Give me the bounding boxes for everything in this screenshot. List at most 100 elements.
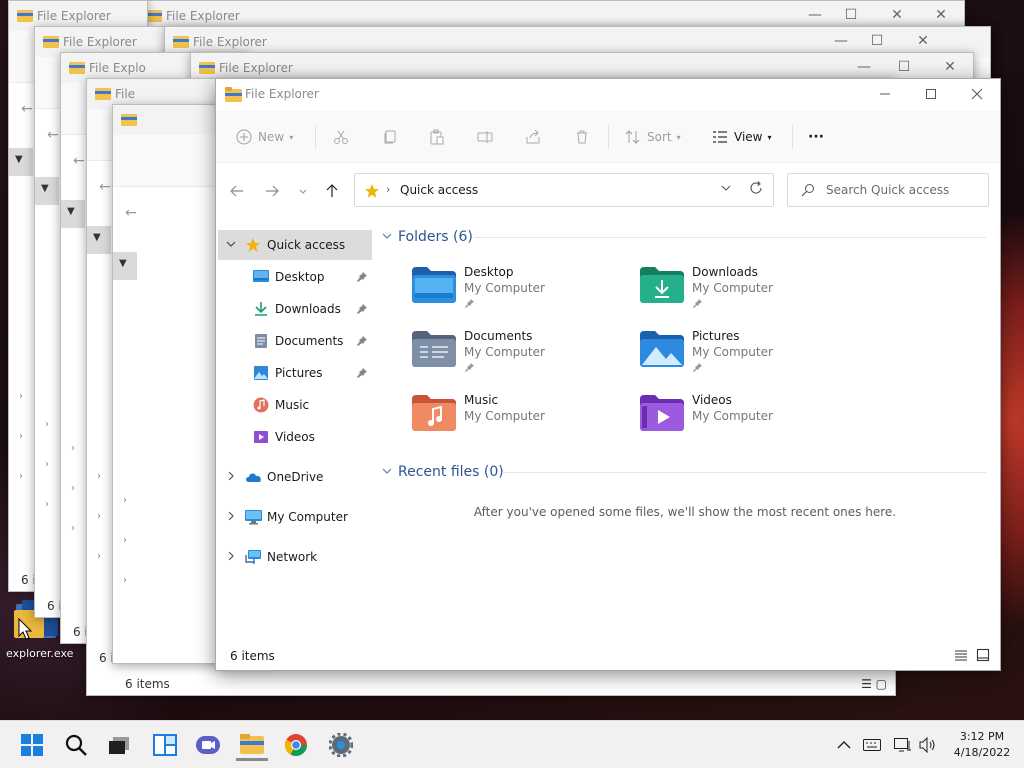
maximize-button[interactable]: ☐ (868, 33, 886, 49)
cut-button[interactable] (333, 123, 349, 151)
pin-icon[interactable] (356, 335, 368, 347)
chevron-right-icon[interactable]: › (71, 523, 75, 534)
chevron-down-icon[interactable] (226, 239, 236, 252)
chevron-right-icon[interactable]: › (19, 471, 23, 482)
view-button[interactable]: View ▾ (712, 123, 772, 151)
widgets-button[interactable] (149, 729, 181, 761)
chevron-right-icon[interactable] (226, 511, 236, 524)
address-bar[interactable]: › Quick access (354, 173, 774, 207)
tiles-view-button[interactable] (976, 648, 994, 666)
minimize-button[interactable] (862, 79, 908, 109)
search-box[interactable] (787, 173, 989, 207)
rename-button[interactable] (477, 123, 493, 151)
volume-tray-button[interactable] (918, 735, 938, 755)
back-arrow-icon[interactable]: ← (47, 127, 59, 143)
delete-button[interactable] (574, 123, 590, 151)
nav-item-desktop[interactable]: Desktop (218, 262, 372, 292)
nav-item-downloads[interactable]: Downloads (218, 294, 372, 324)
chevron-right-icon[interactable]: › (97, 471, 101, 482)
search-input[interactable] (826, 181, 982, 199)
folder-tile-pictures[interactable]: Pictures My Computer (640, 327, 860, 385)
close-button[interactable]: ✕ (932, 7, 950, 23)
maximize-button[interactable] (908, 79, 954, 109)
taskbar-file-explorer[interactable] (236, 729, 268, 761)
keyboard-tray-button[interactable] (862, 735, 882, 755)
nav-item-pictures[interactable]: Pictures (218, 358, 372, 388)
up-button[interactable] (321, 180, 343, 202)
chevron-right-icon[interactable]: › (123, 495, 127, 506)
chevron-right-icon[interactable]: › (97, 511, 101, 522)
share-button[interactable] (525, 123, 541, 151)
pin-icon[interactable] (356, 271, 368, 283)
chevron-right-icon[interactable]: › (97, 551, 101, 562)
minimize-button[interactable]: — (855, 59, 873, 75)
nav-selected[interactable]: ▼ (35, 177, 59, 205)
chevron-right-icon[interactable] (226, 471, 236, 484)
folders-group-header[interactable]: Folders (6) (382, 225, 473, 249)
task-view-button[interactable] (103, 729, 135, 761)
taskbar-settings[interactable] (325, 729, 357, 761)
chevron-right-icon[interactable]: › (19, 431, 23, 442)
close-button[interactable]: ✕ (888, 7, 906, 23)
folder-tile-downloads[interactable]: Downloads My Computer (640, 263, 860, 321)
back-arrow-icon[interactable]: ← (21, 101, 33, 117)
recent-files-group-header[interactable]: Recent files (0) (382, 460, 504, 484)
nav-item-videos[interactable]: Videos (218, 422, 372, 452)
nav-selected[interactable]: ▼ (113, 252, 137, 280)
recent-locations-button[interactable] (292, 180, 314, 202)
title-bar[interactable]: File Explorer (216, 79, 1000, 111)
minimize-button[interactable]: — (832, 33, 850, 49)
back-arrow-icon[interactable]: ← (125, 205, 137, 221)
chevron-right-icon[interactable] (226, 551, 236, 564)
chevron-right-icon[interactable]: › (123, 535, 127, 546)
minimize-button[interactable]: — (806, 7, 824, 23)
refresh-button[interactable] (749, 181, 763, 198)
start-button[interactable] (16, 729, 48, 761)
address-dropdown-button[interactable] (721, 183, 731, 196)
new-button[interactable]: New ▾ (236, 123, 293, 151)
back-arrow-icon[interactable]: ← (99, 179, 111, 195)
nav-selected[interactable]: ▼ (87, 226, 111, 254)
chevron-right-icon[interactable]: › (45, 419, 49, 430)
close-button[interactable]: ✕ (914, 33, 932, 49)
nav-item-music[interactable]: Music (218, 390, 372, 420)
taskbar-chrome[interactable] (280, 729, 312, 761)
nav-item-quick-access[interactable]: Quick access (218, 230, 372, 260)
paste-button[interactable] (429, 123, 445, 151)
network-tray-button[interactable] (893, 735, 913, 755)
chat-button[interactable] (192, 729, 224, 761)
nav-selected[interactable]: ▼ (61, 200, 85, 228)
nav-item-documents[interactable]: Documents (218, 326, 372, 356)
maximize-button[interactable]: ☐ (842, 7, 860, 23)
search-taskbar-button[interactable] (60, 729, 92, 761)
clock[interactable]: 3:12 PM 4/18/2022 (946, 729, 1018, 761)
folder-tile-desktop[interactable]: Desktop My Computer (412, 263, 632, 321)
chevron-right-icon[interactable]: › (123, 575, 127, 586)
nav-item-my-computer[interactable]: My Computer (218, 502, 372, 532)
chevron-right-icon[interactable]: › (71, 443, 75, 454)
chevron-right-icon[interactable]: › (45, 459, 49, 470)
chevron-right-icon[interactable]: › (45, 499, 49, 510)
back-arrow-icon[interactable]: ← (73, 153, 85, 169)
folder-tile-documents[interactable]: Documents My Computer (412, 327, 632, 385)
folder-tile-videos[interactable]: Videos My Computer (640, 391, 860, 449)
nav-item-onedrive[interactable]: OneDrive (218, 462, 372, 492)
details-view-button[interactable] (954, 648, 972, 666)
close-button[interactable] (954, 79, 1000, 109)
close-button[interactable]: ✕ (941, 59, 959, 75)
nav-item-network[interactable]: Network (218, 542, 372, 572)
view-toggle-icons[interactable]: ☰ ▢ (861, 677, 887, 691)
folder-tile-music[interactable]: Music My Computer (412, 391, 632, 449)
nav-selected[interactable]: ▼ (9, 148, 33, 176)
chevron-right-icon[interactable]: › (19, 391, 23, 402)
forward-button[interactable] (261, 180, 283, 202)
breadcrumb-quick-access[interactable]: Quick access (400, 183, 478, 197)
pin-icon[interactable] (356, 367, 368, 379)
chevron-right-icon[interactable]: › (71, 483, 75, 494)
back-button[interactable] (226, 180, 248, 202)
more-options-button[interactable]: ··· (808, 123, 824, 151)
show-hidden-icons-button[interactable] (834, 735, 854, 755)
copy-button[interactable] (382, 123, 398, 151)
file-explorer-window[interactable]: File Explorer New ▾ Sort ▾ View ▾ ··· › … (215, 78, 1001, 671)
pin-icon[interactable] (356, 303, 368, 315)
